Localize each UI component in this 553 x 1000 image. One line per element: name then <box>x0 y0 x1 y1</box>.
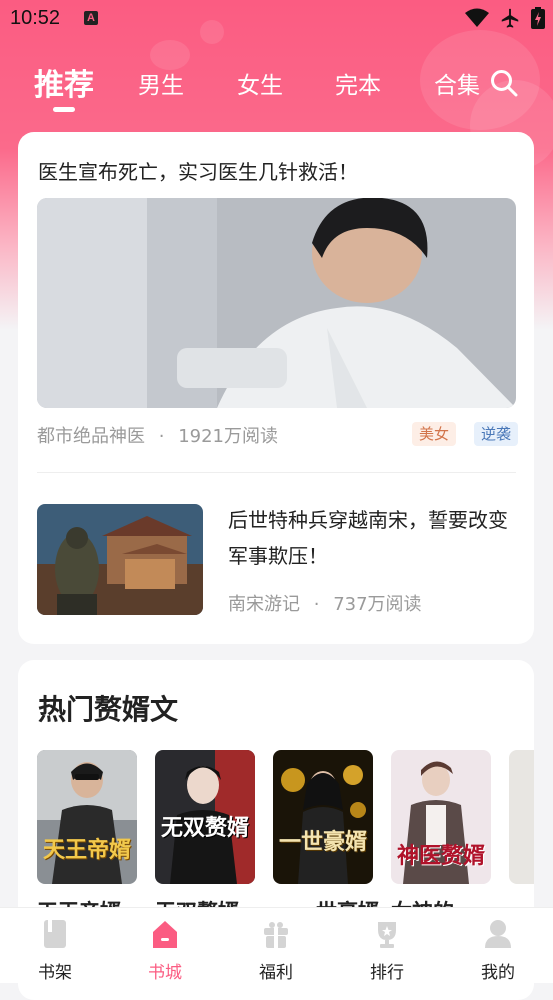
status-time: 10:52 <box>10 7 61 29</box>
book-cover[interactable]: 神医赘婿 <box>391 750 491 884</box>
feature-meta: 都市绝品神医 · 1921万阅读 <box>37 422 278 448</box>
nav-bookshelf[interactable]: 书架 <box>0 908 110 983</box>
tab-male[interactable]: 男生 <box>138 66 184 100</box>
nav-label: 书架 <box>38 963 72 983</box>
nav-welfare[interactable]: 福利 <box>221 908 331 983</box>
tab-female[interactable]: 女生 <box>237 66 283 100</box>
tab-completed[interactable]: 完本 <box>335 66 381 100</box>
tag-comeback[interactable]: 逆袭 <box>474 422 519 446</box>
book-cover-title: 无双赘婿 <box>160 816 249 841</box>
second-meta: 南宋游记 · 737万阅读 <box>228 590 422 616</box>
tab-collection[interactable]: 合集 <box>434 66 480 100</box>
battery-icon <box>531 7 545 29</box>
second-read-count: 737万阅读 <box>333 594 422 615</box>
bookstore-icon <box>153 921 177 948</box>
tab-recommend[interactable]: 推荐 <box>34 60 94 104</box>
tag-beauty[interactable]: 美女 <box>412 422 457 446</box>
book-cover-title: 天王帝婿 <box>42 838 131 863</box>
gift-icon <box>264 922 288 948</box>
nav-label: 我的 <box>481 963 515 983</box>
book-cover[interactable]: 无双赘婿 <box>155 750 255 884</box>
feature-image[interactable] <box>37 198 516 408</box>
book-cover[interactable] <box>509 750 534 884</box>
nav-bookstore[interactable]: 书城 <box>110 908 220 983</box>
category-tabs: 推荐 男生 女生 完本 合集 <box>0 58 553 118</box>
feature-read-count: 1921万阅读 <box>178 426 279 447</box>
meta-separator: · <box>313 594 320 615</box>
nav-label: 书城 <box>148 963 182 983</box>
second-headline[interactable]: 后世特种兵穿越南宋，誓要改变军事欺压！ <box>228 502 518 574</box>
book-cover-title: 神医赘婿 <box>396 844 485 869</box>
book-cover[interactable]: 天王帝婿 <box>37 750 137 884</box>
feature-book-name[interactable]: 都市绝品神医 <box>37 426 145 447</box>
nav-label: 福利 <box>259 963 293 983</box>
meta-separator: · <box>158 426 165 447</box>
second-book-name[interactable]: 南宋游记 <box>228 594 300 615</box>
profile-icon <box>485 920 511 948</box>
book-cover-title: 一世豪婿 <box>278 830 367 855</box>
recommend-card: 医生宣布死亡，实习医生几针救活！ 都市绝品神医 · 1921万阅读 美女 逆袭 <box>18 132 534 644</box>
feature-headline[interactable]: 医生宣布死亡，实习医生几针救活！ <box>38 156 358 185</box>
active-tab-indicator <box>53 107 75 112</box>
status-bar: 10:52 A <box>0 0 553 38</box>
trophy-icon <box>378 922 396 948</box>
nav-profile[interactable]: 我的 <box>443 908 553 983</box>
airplane-icon <box>501 8 519 28</box>
bookshelf-icon <box>44 920 66 948</box>
notification-badge: A <box>84 11 98 25</box>
divider <box>37 472 516 473</box>
section-title: 热门赘婿文 <box>38 693 179 726</box>
book-cover[interactable]: 一世豪婿 <box>273 750 373 884</box>
nav-label: 排行 <box>370 963 404 983</box>
nav-ranking[interactable]: 排行 <box>332 908 442 983</box>
bottom-navigation: 书架 书城 福利 排行 我的 <box>0 908 553 983</box>
second-story-thumbnail[interactable] <box>37 504 203 615</box>
search-icon[interactable] <box>489 68 519 98</box>
wifi-icon <box>465 8 489 27</box>
